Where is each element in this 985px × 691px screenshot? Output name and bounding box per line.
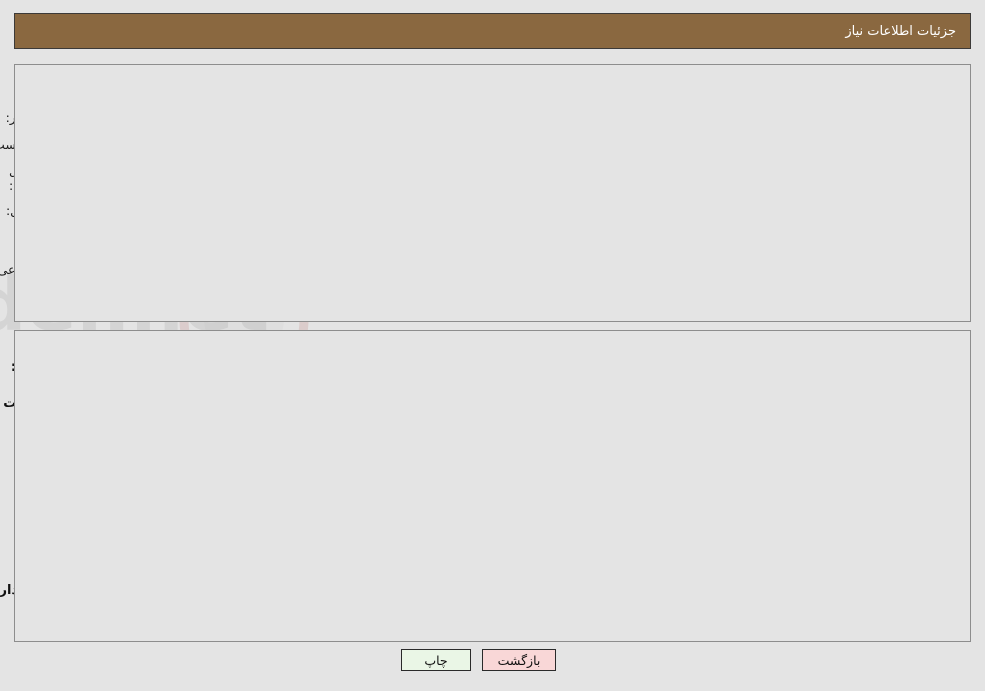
page-title: جزئیات اطلاعات نیاز (15, 13, 972, 49)
page-root: AnaTender.net جزئیات اطلاعات نیاز شماره … (0, 0, 985, 691)
need-info-panel (15, 64, 972, 322)
back-button[interactable]: بازگشت (483, 649, 557, 671)
page-title-text: جزئیات اطلاعات نیاز (846, 23, 957, 39)
details-panel (15, 330, 972, 642)
print-button[interactable]: چاپ (402, 649, 472, 671)
